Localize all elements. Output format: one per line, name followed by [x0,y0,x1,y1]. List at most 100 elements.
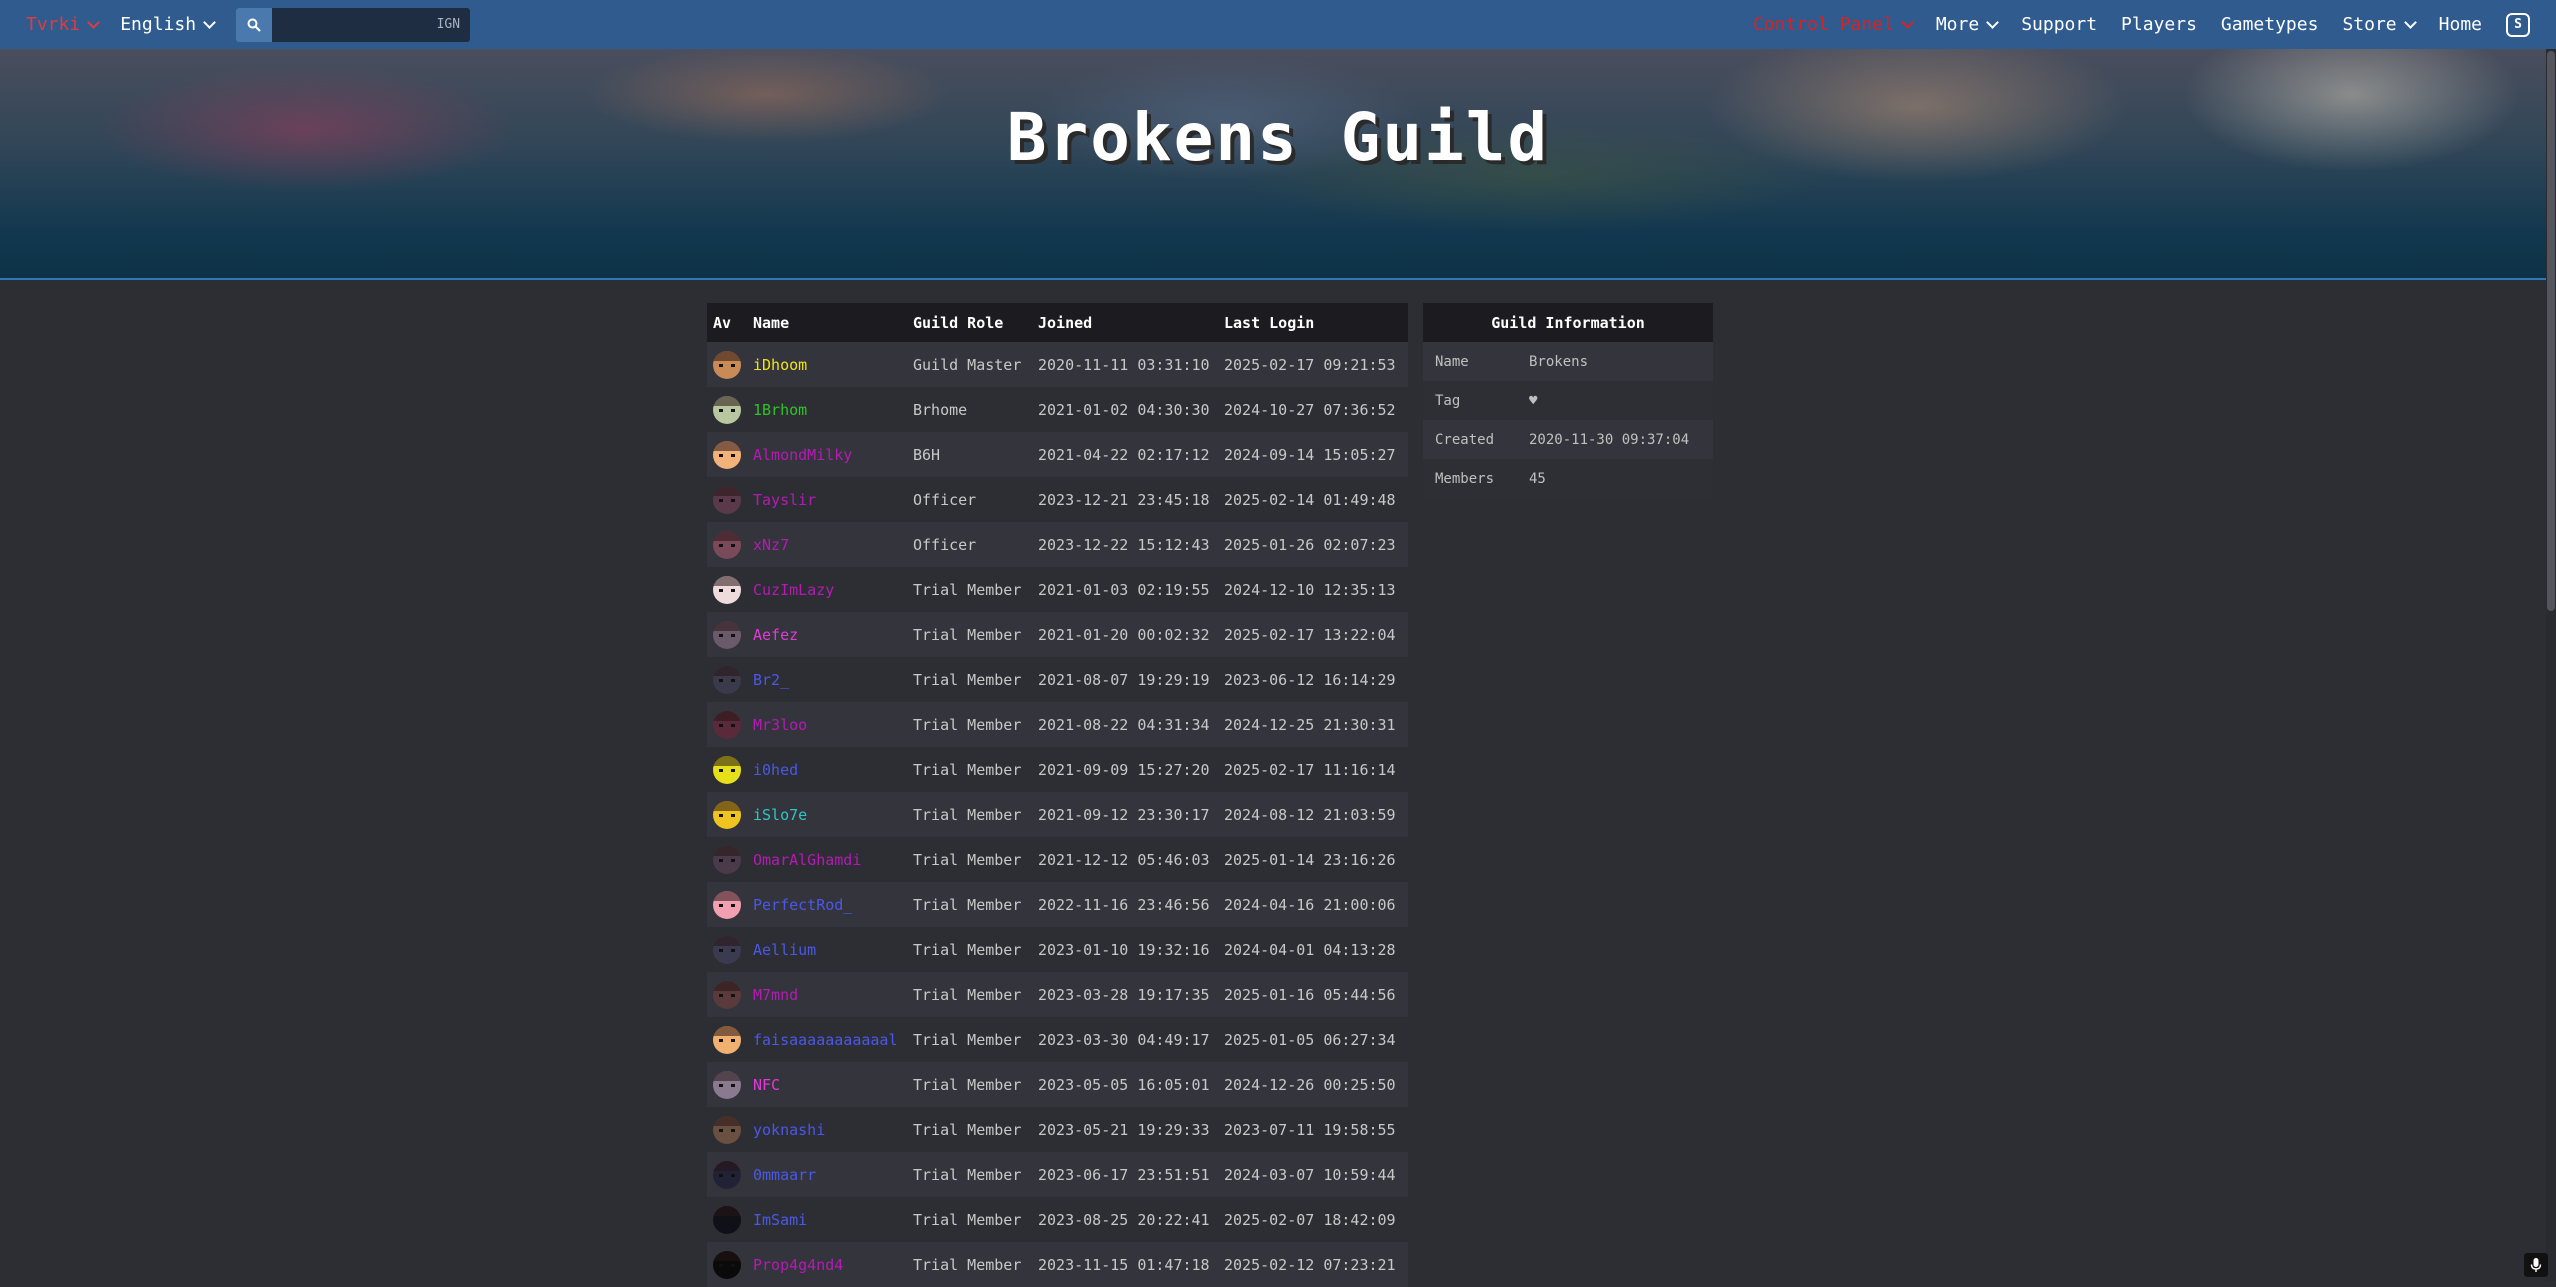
column-header-last-login[interactable]: Last Login [1218,303,1408,342]
table-row[interactable]: Mr3loo Trial Member 2021-08-22 04:31:34 202… [707,702,1408,747]
member-name-link[interactable]: i0hed [747,747,907,792]
site-logo-link[interactable]: S [2506,12,2530,37]
table-row[interactable]: PerfectRod_ Trial Member 2022-11-16 23:46:… [707,882,1408,927]
member-name-link[interactable]: CuzImLazy [747,567,907,612]
member-name-link[interactable]: faisaaaaaaaaaaal [747,1017,907,1062]
member-name-link[interactable]: NFC [747,1062,907,1107]
more-menu[interactable]: More [1936,14,2000,35]
guild-info-value: 45 [1529,470,1546,487]
member-name-link[interactable]: Aellium [747,927,907,972]
avatar[interactable] [713,980,741,1009]
table-row[interactable]: OmarAlGhamdi Trial Member 2021-12-12 05:46… [707,837,1408,882]
home-link[interactable]: Home [2439,14,2482,35]
table-row[interactable]: Tayslir Officer 2023-12-21 23:45:18 2025-02… [707,477,1408,522]
member-name-link[interactable]: Aefez [747,612,907,657]
member-joined: 2022-11-16 23:46:56 [1038,895,1210,914]
avatar[interactable] [713,620,741,649]
gametypes-link[interactable]: Gametypes [2221,14,2319,35]
avatar[interactable] [713,530,741,559]
avatar[interactable] [713,755,741,784]
table-row[interactable]: AlmondMilky B6H 2021-04-22 02:17:12 2024-09… [707,432,1408,477]
column-header-name[interactable]: Name [747,303,907,342]
member-name-link[interactable]: yoknashi [747,1107,907,1152]
member-name-link[interactable]: iDhoom [747,342,907,387]
table-row[interactable]: yoknashi Trial Member 2023-05-21 19:29:33 2… [707,1107,1408,1152]
avatar[interactable] [713,440,741,469]
member-joined: 2023-12-22 15:12:43 [1038,535,1210,554]
table-row[interactable]: CuzImLazy Trial Member 2021-01-03 02:19:55… [707,567,1408,612]
table-row[interactable]: Prop4g4nd4 Trial Member 2023-11-15 01:47:1… [707,1242,1408,1287]
table-row[interactable]: Aefez Trial Member 2021-01-20 00:02:32 2025… [707,612,1408,657]
avatar[interactable] [713,1160,741,1189]
avatar[interactable] [713,1205,741,1234]
member-name-link[interactable]: OmarAlGhamdi [747,837,907,882]
avatar[interactable] [713,1070,741,1099]
table-row[interactable]: ImSami Trial Member 2023-08-25 20:22:41 202… [707,1197,1408,1242]
scrollbar-thumb[interactable] [2547,51,2555,611]
avatar[interactable] [713,845,741,874]
member-joined: 2023-01-10 19:32:16 [1038,940,1210,959]
avatar[interactable] [713,575,741,604]
avatar[interactable] [713,1250,741,1279]
avatar[interactable] [713,665,741,694]
search-input[interactable] [272,7,471,42]
member-role: Trial Member [913,1165,1022,1184]
guild-info-rows: Name Brokens Tag ♥ Created 2020-11-30 09:37:0… [1423,342,1713,498]
member-name-link[interactable]: PerfectRod_ [747,882,907,927]
search-button[interactable] [236,7,273,42]
member-name-link[interactable]: ImSami [747,1197,907,1242]
column-header-av[interactable]: Av [707,303,747,342]
member-role: Trial Member [913,1120,1022,1139]
member-name-link[interactable]: Mr3loo [747,702,907,747]
avatar[interactable] [713,1025,741,1054]
member-role: Trial Member [913,1210,1022,1229]
member-name-link[interactable]: xNz7 [747,522,907,567]
member-name-link[interactable]: 1Brhom [747,387,907,432]
table-row[interactable]: xNz7 Officer 2023-12-22 15:12:43 2025-01-26… [707,522,1408,567]
member-name-link[interactable]: AlmondMilky [747,432,907,477]
chevron-down-icon [1986,15,2000,29]
guild-info-key: Members [1435,470,1495,487]
user-menu[interactable]: Tvrki [26,14,101,35]
avatar-cell [707,882,747,927]
member-name-link[interactable]: 0mmaarr [747,1152,907,1197]
store-menu[interactable]: Store [2342,14,2417,35]
table-row[interactable]: i0hed Trial Member 2021-09-09 15:27:20 2025… [707,747,1408,792]
avatar-cell [707,567,747,612]
table-row[interactable]: 0mmaarr Trial Member 2023-06-17 23:51:51 20… [707,1152,1408,1197]
table-row[interactable]: NFC Trial Member 2023-05-05 16:05:01 2024-1… [707,1062,1408,1107]
nav-right: Control Panel More Support Players Gamet… [1729,0,2556,49]
control-panel-menu[interactable]: Control Panel [1753,14,1914,35]
table-row[interactable]: iDhoom Guild Master 2020-11-11 03:31:10 202… [707,342,1408,387]
avatar[interactable] [713,890,741,919]
column-header-joined[interactable]: Joined [1032,303,1218,342]
table-row[interactable]: Aellium Trial Member 2023-01-10 19:32:16 20… [707,927,1408,972]
member-joined: 2023-03-30 04:49:17 [1038,1030,1210,1049]
member-name-link[interactable]: iSlo7e [747,792,907,837]
member-name-link[interactable]: M7mnd [747,972,907,1017]
avatar[interactable] [713,485,741,514]
support-link[interactable]: Support [2021,14,2097,35]
table-row[interactable]: M7mnd Trial Member 2023-03-28 19:17:35 2025… [707,972,1408,1017]
table-row[interactable]: faisaaaaaaaaaaal Trial Member 2023-03-30 0… [707,1017,1408,1062]
avatar[interactable] [713,395,741,424]
member-name-link[interactable]: Br2_ [747,657,907,702]
language-menu[interactable]: English [120,14,216,35]
page-scrollbar[interactable] [2546,49,2556,1281]
avatar[interactable] [713,1115,741,1144]
avatar[interactable] [713,935,741,964]
avatar[interactable] [713,350,741,379]
microphone-button[interactable] [2524,1253,2548,1277]
avatar[interactable] [713,710,741,739]
member-name-link[interactable]: Prop4g4nd4 [747,1242,907,1287]
table-row[interactable]: iSlo7e Trial Member 2021-09-12 23:30:17 202… [707,792,1408,837]
chevron-down-icon [1900,15,1914,29]
table-row[interactable]: Br2_ Trial Member 2021-08-07 19:29:19 2023-… [707,657,1408,702]
table-row[interactable]: 1Brhom Brhome 2021-01-02 04:30:30 2024-10-2… [707,387,1408,432]
avatar[interactable] [713,800,741,829]
member-last-login: 2023-07-11 19:58:55 [1224,1120,1396,1139]
avatar-cell [707,342,747,387]
players-link[interactable]: Players [2121,14,2197,35]
member-name-link[interactable]: Tayslir [747,477,907,522]
column-header-role[interactable]: Guild Role [907,303,1032,342]
